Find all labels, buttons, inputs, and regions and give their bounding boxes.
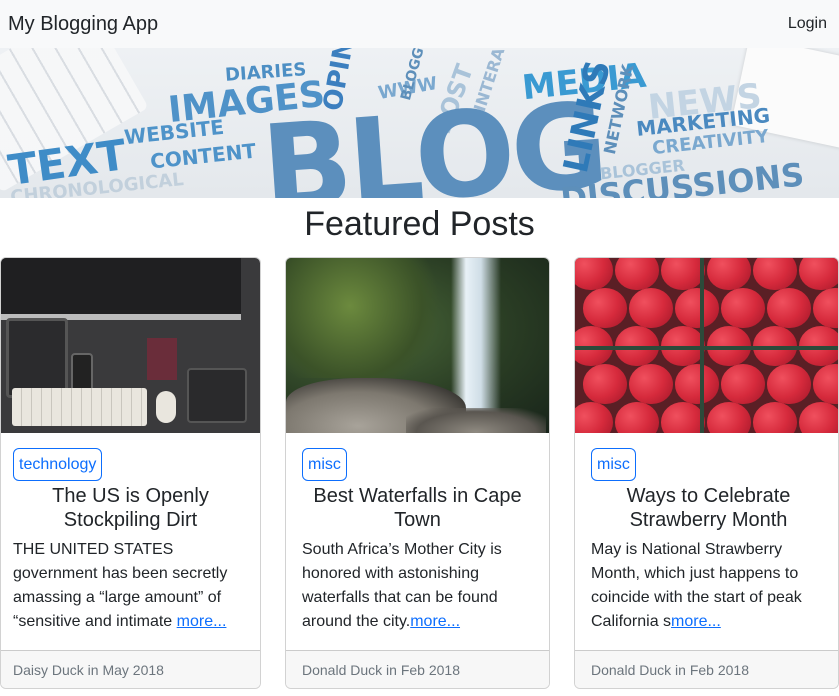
post-byline: Donald Duck in Feb 2018	[575, 650, 838, 688]
rocks-shape	[406, 408, 546, 433]
crate-divider	[575, 346, 838, 350]
strawberry-shape	[675, 364, 719, 404]
drawing-pad-shape	[187, 368, 247, 423]
more-link[interactable]: more...	[177, 613, 227, 630]
strawberry-shape	[661, 402, 705, 433]
post-image-waterfall[interactable]	[286, 258, 549, 433]
strawberry-shape	[629, 364, 673, 404]
strawberry-shape	[707, 402, 751, 433]
post-image-strawberries[interactable]	[575, 258, 838, 433]
strawberry-shape	[767, 364, 811, 404]
excerpt-text: South Africa’s Mother City is honored wi…	[302, 541, 502, 630]
card-body: misc Ways to Celebrate Strawberry Month …	[591, 448, 826, 634]
featured-posts-heading: Featured Posts	[304, 205, 535, 243]
post-excerpt: May is National Strawberry Month, which …	[591, 538, 826, 634]
card-body: technology The US is Openly Stockpiling …	[13, 448, 248, 634]
navbar: My Blogging App Login	[0, 0, 839, 48]
post-title[interactable]: The US is Openly Stockpiling Dirt	[13, 484, 248, 532]
category-tag[interactable]: technology	[13, 448, 103, 481]
card-body: misc Best Waterfalls in Cape Town South …	[302, 448, 533, 634]
keyboard-shape	[12, 388, 147, 426]
mouse-shape	[156, 391, 176, 423]
strawberry-shape	[753, 258, 797, 290]
strawberry-shape	[661, 258, 705, 290]
post-title[interactable]: Ways to Celebrate Strawberry Month	[591, 484, 826, 532]
post-title[interactable]: Best Waterfalls in Cape Town	[302, 484, 533, 532]
strawberry-shape	[767, 288, 811, 328]
tablet-shape	[6, 318, 68, 398]
post-byline: Donald Duck in Feb 2018	[286, 650, 549, 688]
category-tag[interactable]: misc	[302, 448, 347, 481]
hero-banner-image: DIARIES OPINION IMAGES WWW BLOGGING POST…	[0, 48, 839, 198]
strawberry-shape	[721, 364, 765, 404]
strawberry-shape	[575, 402, 613, 433]
strawberry-shape	[615, 402, 659, 433]
strawberry-shape	[575, 258, 613, 290]
category-tag[interactable]: misc	[591, 448, 636, 481]
more-link[interactable]: more...	[671, 613, 721, 630]
strawberry-shape	[753, 402, 797, 433]
strawberry-shape	[583, 288, 627, 328]
strawberry-shape	[721, 288, 765, 328]
more-link[interactable]: more...	[410, 613, 460, 630]
post-excerpt: South Africa’s Mother City is honored wi…	[302, 538, 533, 634]
strawberry-shape	[813, 364, 838, 404]
phone-shape	[71, 353, 93, 393]
brand-link[interactable]: My Blogging App	[8, 13, 158, 36]
post-byline: Daisy Duck in May 2018	[1, 650, 260, 688]
post-card: misc Ways to Celebrate Strawberry Month …	[574, 257, 839, 689]
post-image-desk[interactable]	[1, 258, 260, 433]
strawberry-shape	[615, 258, 659, 290]
post-card: technology The US is Openly Stockpiling …	[0, 257, 261, 689]
strawberry-shape	[799, 258, 838, 290]
strawberry-shape	[675, 288, 719, 328]
login-link[interactable]: Login	[788, 15, 827, 33]
strawberry-shape	[707, 258, 751, 290]
strawberry-shape	[629, 288, 673, 328]
post-card: misc Best Waterfalls in Cape Town South …	[285, 257, 550, 689]
waterfall-shape	[451, 258, 501, 418]
strawberry-shape	[799, 402, 838, 433]
strawberry-shape	[813, 288, 838, 328]
post-excerpt: THE UNITED STATES government has been se…	[13, 538, 248, 634]
monitor-shape	[1, 258, 241, 320]
moss-shape	[286, 258, 446, 378]
notebook-shape	[147, 338, 177, 380]
strawberry-shape	[583, 364, 627, 404]
